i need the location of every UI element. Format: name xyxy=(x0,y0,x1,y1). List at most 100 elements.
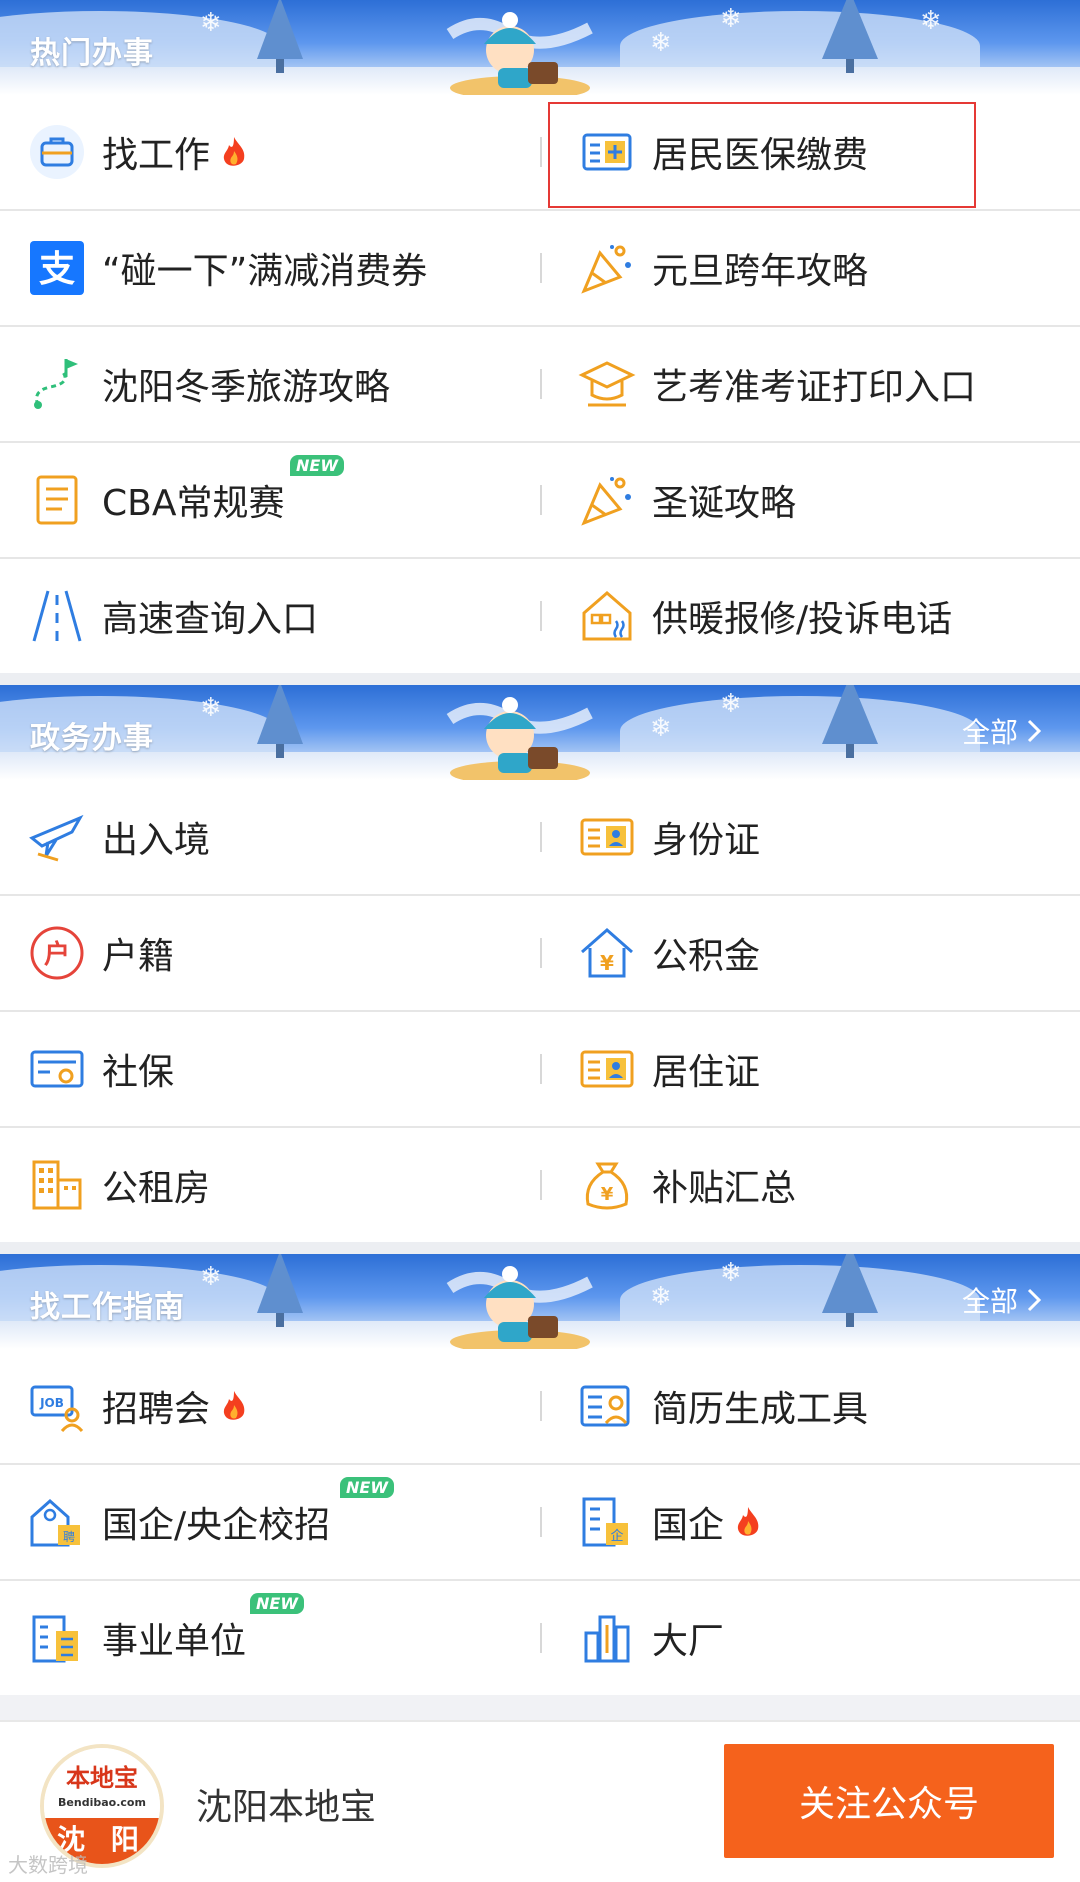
section-title: 热门办事 xyxy=(30,36,154,71)
service-label: 沈阳冬季旅游攻略 xyxy=(102,367,391,408)
service-label: 国企/央企校招 xyxy=(102,1505,331,1546)
service-item-alipay-coupon[interactable]: 支 “碰一下”满减消费券 xyxy=(0,211,540,325)
section-header-job-guide: ❄ ❄ ❄ 找工作指南 全部 xyxy=(0,1254,1080,1349)
highway-icon xyxy=(32,590,82,642)
service-item-social-security[interactable]: 社保 xyxy=(0,1012,540,1126)
pine-tree-icon xyxy=(822,0,878,73)
service-item-state-enterprise[interactable]: 企 国企 xyxy=(540,1465,1080,1579)
service-item-public-housing[interactable]: 公租房 xyxy=(0,1128,540,1242)
service-label: 国企 xyxy=(652,1505,725,1546)
service-item-housing-fund[interactable]: ¥ 公积金 xyxy=(540,896,1080,1010)
service-item-medical-insurance[interactable]: 居民医保缴费 xyxy=(540,95,1080,209)
service-item-highway[interactable]: 高速查询入口 xyxy=(0,559,540,673)
fire-icon xyxy=(223,137,245,166)
logo-brand-text: 本地宝 xyxy=(66,1764,138,1792)
snowflake-icon: ❄ xyxy=(920,6,942,36)
service-item-exit-entry[interactable]: 出入境 xyxy=(0,780,540,894)
account-name: 沈阳本地宝 xyxy=(196,1787,377,1828)
service-row: 社保 居住证 xyxy=(0,1012,1080,1128)
id-card-icon xyxy=(580,818,634,856)
section-header-government: ❄ ❄ ❄ 政务办事 全部 xyxy=(0,685,1080,780)
service-item-household[interactable]: 户 户籍 xyxy=(0,896,540,1010)
new-badge: NEW xyxy=(290,455,344,476)
follow-button[interactable]: 关注公众号 xyxy=(724,1744,1054,1858)
id-card-icon xyxy=(580,1050,634,1088)
service-item-id-card[interactable]: 身份证 xyxy=(540,780,1080,894)
pine-tree-icon xyxy=(257,0,303,73)
service-row: 户 户籍 ¥ 公积金 xyxy=(0,896,1080,1012)
service-label: 补贴汇总 xyxy=(652,1168,797,1209)
snowflake-icon: ❄ xyxy=(650,28,672,58)
service-item-winter-travel[interactable]: 沈阳冬季旅游攻略 xyxy=(0,327,540,441)
service-label: 居民医保缴费 xyxy=(652,135,869,176)
job-fair-icon: JOB xyxy=(30,1385,84,1433)
party-popper-icon xyxy=(581,245,631,294)
government-services-grid: 出入境 身份证 户 户籍 ¥ 公积金 社保 居住证 公租房 ¥ 补贴汇总 xyxy=(0,780,1080,1242)
buildings-icon xyxy=(32,1160,82,1210)
winter-character-illustration xyxy=(446,1266,593,1349)
service-item-big-company[interactable]: 大厂 xyxy=(540,1581,1080,1695)
route-flag-icon xyxy=(34,359,78,409)
view-all-link[interactable]: 全部 xyxy=(962,711,1042,751)
service-row: 找工作 居民医保缴费 xyxy=(0,95,1080,211)
service-row: 支 “碰一下”满减消费券 元旦跨年攻略 xyxy=(0,211,1080,327)
service-item-resume-tool[interactable]: 简历生成工具 xyxy=(540,1349,1080,1463)
service-label: 户籍 xyxy=(102,936,175,977)
service-item-find-job[interactable]: 找工作 xyxy=(0,95,540,209)
snowflake-icon: ❄ xyxy=(200,1262,222,1292)
service-item-institution[interactable]: 事业单位 NEW xyxy=(0,1581,540,1695)
notepad-icon xyxy=(36,475,78,525)
svg-text:聘: 聘 xyxy=(63,1530,75,1544)
service-item-residence-permit[interactable]: 居住证 xyxy=(540,1012,1080,1126)
party-popper-icon xyxy=(581,477,631,526)
svg-text:支: 支 xyxy=(39,249,75,290)
service-row: 高速查询入口 供暖报修/投诉电话 xyxy=(0,559,1080,673)
service-label: 圣诞攻略 xyxy=(652,483,797,524)
snowflake-icon: ❄ xyxy=(720,689,742,719)
service-label: CBA常规赛 xyxy=(102,483,285,524)
section-header-hot: ❄ ❄ ❄ ❄ 热门办事 xyxy=(0,0,1080,95)
service-label: 招聘会 xyxy=(102,1389,211,1430)
service-row: CBA常规赛 NEW 圣诞攻略 xyxy=(0,443,1080,559)
chevron-right-icon xyxy=(1027,1288,1042,1312)
money-bag-icon: ¥ xyxy=(585,1162,629,1210)
medical-card-icon xyxy=(582,133,632,171)
view-all-link[interactable]: 全部 xyxy=(962,1280,1042,1320)
pine-tree-icon xyxy=(257,685,303,758)
service-item-campus-recruit[interactable]: 聘 国企/央企校招 NEW xyxy=(0,1465,540,1579)
service-label: 高速查询入口 xyxy=(102,599,319,640)
watermark: 大数跨境 xyxy=(8,1853,88,1877)
service-item-cba[interactable]: CBA常规赛 NEW xyxy=(0,443,540,557)
graduation-cap-icon xyxy=(578,361,636,407)
service-label: 居住证 xyxy=(652,1052,761,1093)
service-item-heating[interactable]: 供暖报修/投诉电话 xyxy=(540,559,1080,673)
follow-footer: 本地宝 Bendibao.com 沈 阳 沈阳本地宝 关注公众号 大数跨境 xyxy=(0,1720,1080,1882)
institution-icon xyxy=(32,1615,78,1663)
briefcase-icon xyxy=(30,125,84,179)
service-item-christmas-guide[interactable]: 圣诞攻略 xyxy=(540,443,1080,557)
logo-domain-text: Bendibao.com xyxy=(58,1796,146,1809)
chevron-right-icon xyxy=(1027,719,1042,743)
service-label: 公租房 xyxy=(102,1168,211,1209)
snowflake-icon: ❄ xyxy=(650,713,672,743)
section-title: 找工作指南 xyxy=(30,1290,185,1325)
section-gap xyxy=(0,1242,1080,1254)
svg-text:¥: ¥ xyxy=(601,1184,614,1205)
service-item-new-year-guide[interactable]: 元旦跨年攻略 xyxy=(540,211,1080,325)
svg-text:户: 户 xyxy=(44,939,70,970)
service-item-job-fair[interactable]: JOB 招聘会 xyxy=(0,1349,540,1463)
service-item-subsidies[interactable]: ¥ 补贴汇总 xyxy=(540,1128,1080,1242)
service-row: 公租房 ¥ 补贴汇总 xyxy=(0,1128,1080,1242)
service-label: 供暖报修/投诉电话 xyxy=(652,599,953,640)
pine-tree-icon xyxy=(822,1254,878,1327)
snowflake-icon: ❄ xyxy=(720,4,742,34)
service-label: 出入境 xyxy=(102,820,211,861)
service-row: 出入境 身份证 xyxy=(0,780,1080,896)
page: ❄ ❄ ❄ ❄ 热门办事 找工作 居民医保缴费 支 “碰一下”满减消费券 元旦跨… xyxy=(0,0,1080,1882)
service-item-exam-ticket[interactable]: 艺考准考证打印入口 xyxy=(540,327,1080,441)
svg-text:企: 企 xyxy=(610,1528,623,1544)
household-register-icon: 户 xyxy=(30,926,84,980)
housing-fund-icon: ¥ xyxy=(581,928,633,978)
state-enterprise-icon: 企 xyxy=(582,1497,628,1547)
fire-icon xyxy=(223,1391,245,1420)
